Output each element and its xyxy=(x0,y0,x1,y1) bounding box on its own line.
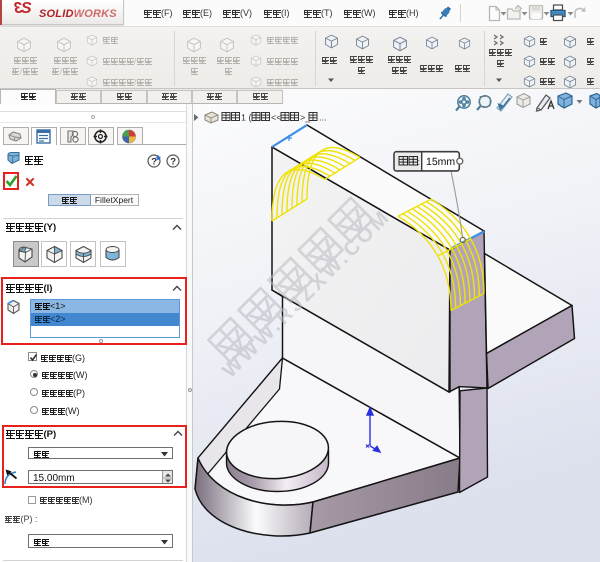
svg-text::: : xyxy=(418,157,421,167)
svg-text:?: ? xyxy=(170,157,176,168)
svg-text:...: ... xyxy=(319,113,327,123)
svg-text:1 (: 1 ( xyxy=(241,113,252,123)
svg-text:<<: << xyxy=(271,113,282,123)
svg-text:?: ? xyxy=(151,157,157,168)
svg-text:15mm: 15mm xyxy=(426,156,455,168)
